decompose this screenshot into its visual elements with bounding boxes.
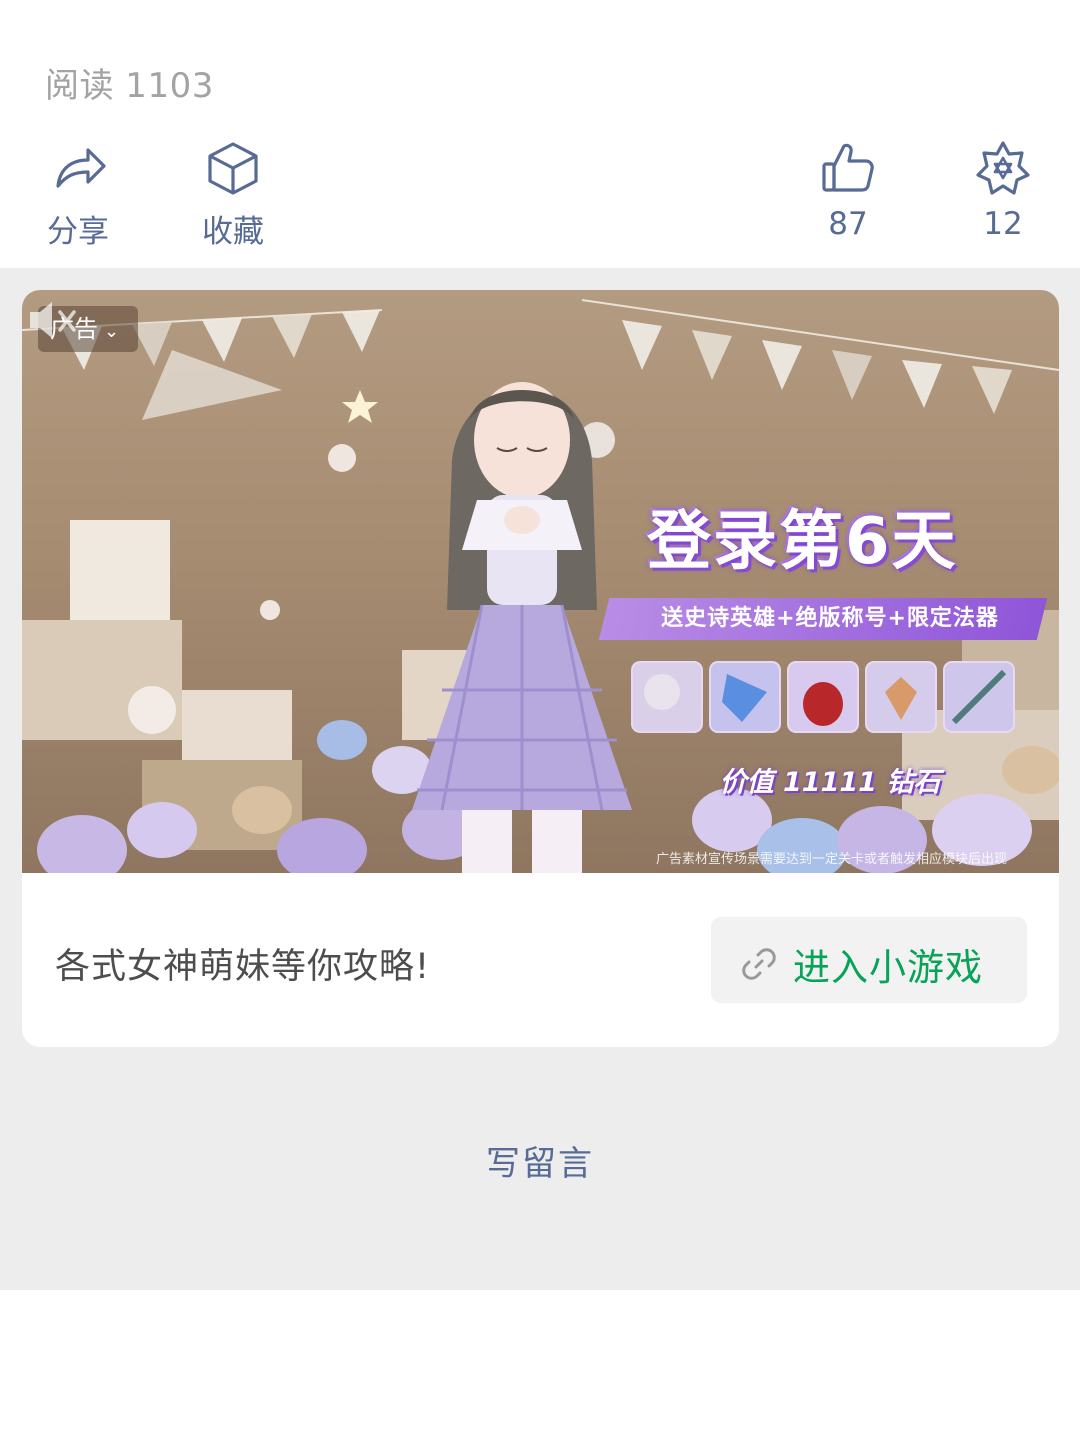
chevron-down-icon: ⌄ <box>104 321 120 342</box>
enter-mini-game-button[interactable]: 进入小游戏 <box>711 917 1027 1003</box>
favorite-cube-icon <box>208 142 258 195</box>
promo-title: 登录第6天 <box>647 505 958 579</box>
write-comment-link[interactable]: 写留言 <box>0 1136 1080 1185</box>
share-button[interactable]: 分享 <box>23 138 133 251</box>
promo-value: 价值 11111 钻石 <box>719 767 941 798</box>
ad-card[interactable]: 广告 ⌄ 登录第6天 送史诗英雄+绝版称号+限定法器 价值 11111 钻石 广告… <box>22 290 1059 1047</box>
promo-subtitle: 送史诗英雄+绝版称号+限定法器 <box>661 606 999 631</box>
share-icon <box>56 148 106 188</box>
read-count: 阅读 1103 <box>45 66 214 106</box>
wow-button[interactable]: 12 <box>948 138 1058 242</box>
thumbs-up-icon <box>822 143 874 192</box>
like-button[interactable]: 87 <box>793 138 903 242</box>
mute-icon[interactable] <box>22 290 82 350</box>
ad-caption: 各式女神萌妹等你攻略! <box>55 947 431 987</box>
ad-video[interactable]: 广告 ⌄ 登录第6天 送史诗英雄+绝版称号+限定法器 价值 11111 钻石 广告… <box>22 290 1059 873</box>
ad-disclaimer: 广告素材宣传场景需要达到一定关卡或者触发相应模块后出现 <box>656 852 1008 867</box>
wow-star-icon <box>976 141 1030 195</box>
link-icon <box>742 948 776 980</box>
like-count: 87 <box>828 206 868 242</box>
article-footer-bar: 阅读 1103 分享 收藏 87 12 <box>0 0 1080 268</box>
favorite-button[interactable]: 收藏 <box>178 138 288 251</box>
wow-count: 12 <box>983 206 1023 242</box>
favorite-label: 收藏 <box>202 214 264 250</box>
share-label: 分享 <box>47 214 109 250</box>
enter-mini-game-label: 进入小游戏 <box>793 946 983 989</box>
